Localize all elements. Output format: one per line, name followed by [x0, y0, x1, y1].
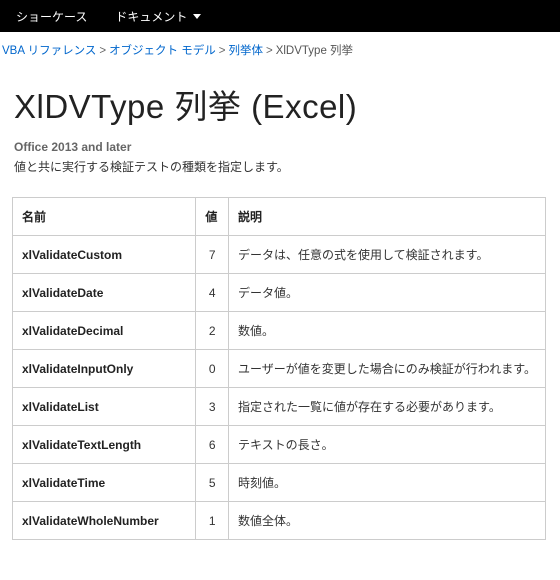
- nav-item[interactable]: ショーケース: [16, 8, 87, 25]
- table-row: xlValidateDate4データ値。: [13, 274, 546, 312]
- table-row: xlValidateInputOnly0ユーザーが値を変更した場合にのみ検証が行…: [13, 350, 546, 388]
- breadcrumb-separator: >: [219, 45, 226, 57]
- enum-desc: 数値。: [229, 312, 546, 350]
- enum-value: 4: [196, 274, 229, 312]
- top-nav: ショーケース ドキュメント: [0, 0, 560, 32]
- enum-name: xlValidateWholeNumber: [13, 502, 196, 540]
- col-value: 値: [196, 198, 229, 236]
- enum-value: 3: [196, 388, 229, 426]
- enum-name: xlValidateCustom: [13, 236, 196, 274]
- enum-name: xlValidateDecimal: [13, 312, 196, 350]
- col-desc: 説明: [229, 198, 546, 236]
- enum-table: 名前 値 説明 xlValidateCustom7データは、任意の式を使用して検…: [12, 197, 546, 540]
- nav-item-label: ショーケース: [16, 8, 87, 25]
- enum-desc: データ値。: [229, 274, 546, 312]
- enum-desc: 時刻値。: [229, 464, 546, 502]
- enum-desc: データは、任意の式を使用して検証されます。: [229, 236, 546, 274]
- col-name: 名前: [13, 198, 196, 236]
- page-subhead: Office 2013 and later: [14, 140, 548, 154]
- nav-item-label: ドキュメント: [115, 8, 187, 25]
- chevron-down-icon: [193, 14, 201, 19]
- breadcrumb-current: XlDVType 列挙: [276, 45, 353, 57]
- breadcrumb: VBA リファレンス>オブジェクト モデル>列挙体>XlDVType 列挙: [0, 32, 560, 64]
- enum-desc: 指定された一覧に値が存在する必要があります。: [229, 388, 546, 426]
- enum-value: 0: [196, 350, 229, 388]
- page-description: 値と共に実行する検証テストの種類を指定します。: [14, 158, 548, 175]
- breadcrumb-separator: >: [99, 45, 106, 57]
- enum-name: xlValidateTextLength: [13, 426, 196, 464]
- enum-name: xlValidateInputOnly: [13, 350, 196, 388]
- enum-value: 7: [196, 236, 229, 274]
- enum-desc: 数値全体。: [229, 502, 546, 540]
- breadcrumb-link[interactable]: 列挙体: [228, 45, 263, 57]
- table-row: xlValidateList3指定された一覧に値が存在する必要があります。: [13, 388, 546, 426]
- breadcrumb-separator: >: [266, 45, 273, 57]
- enum-value: 1: [196, 502, 229, 540]
- enum-name: xlValidateList: [13, 388, 196, 426]
- table-row: xlValidateCustom7データは、任意の式を使用して検証されます。: [13, 236, 546, 274]
- enum-value: 5: [196, 464, 229, 502]
- breadcrumb-link[interactable]: VBA リファレンス: [2, 45, 96, 57]
- table-row: xlValidateWholeNumber1数値全体。: [13, 502, 546, 540]
- enum-value: 6: [196, 426, 229, 464]
- nav-item[interactable]: ドキュメント: [115, 8, 201, 25]
- table-row: xlValidateDecimal2数値。: [13, 312, 546, 350]
- table-header-row: 名前 値 説明: [13, 198, 546, 236]
- table-row: xlValidateTime5時刻値。: [13, 464, 546, 502]
- content: XlDVType 列挙 (Excel) Office 2013 and late…: [0, 64, 560, 540]
- enum-desc: テキストの長さ。: [229, 426, 546, 464]
- enum-desc: ユーザーが値を変更した場合にのみ検証が行われます。: [229, 350, 546, 388]
- enum-value: 2: [196, 312, 229, 350]
- breadcrumb-link[interactable]: オブジェクト モデル: [109, 45, 216, 57]
- enum-name: xlValidateDate: [13, 274, 196, 312]
- enum-name: xlValidateTime: [13, 464, 196, 502]
- table-row: xlValidateTextLength6テキストの長さ。: [13, 426, 546, 464]
- page-title: XlDVType 列挙 (Excel): [14, 80, 548, 128]
